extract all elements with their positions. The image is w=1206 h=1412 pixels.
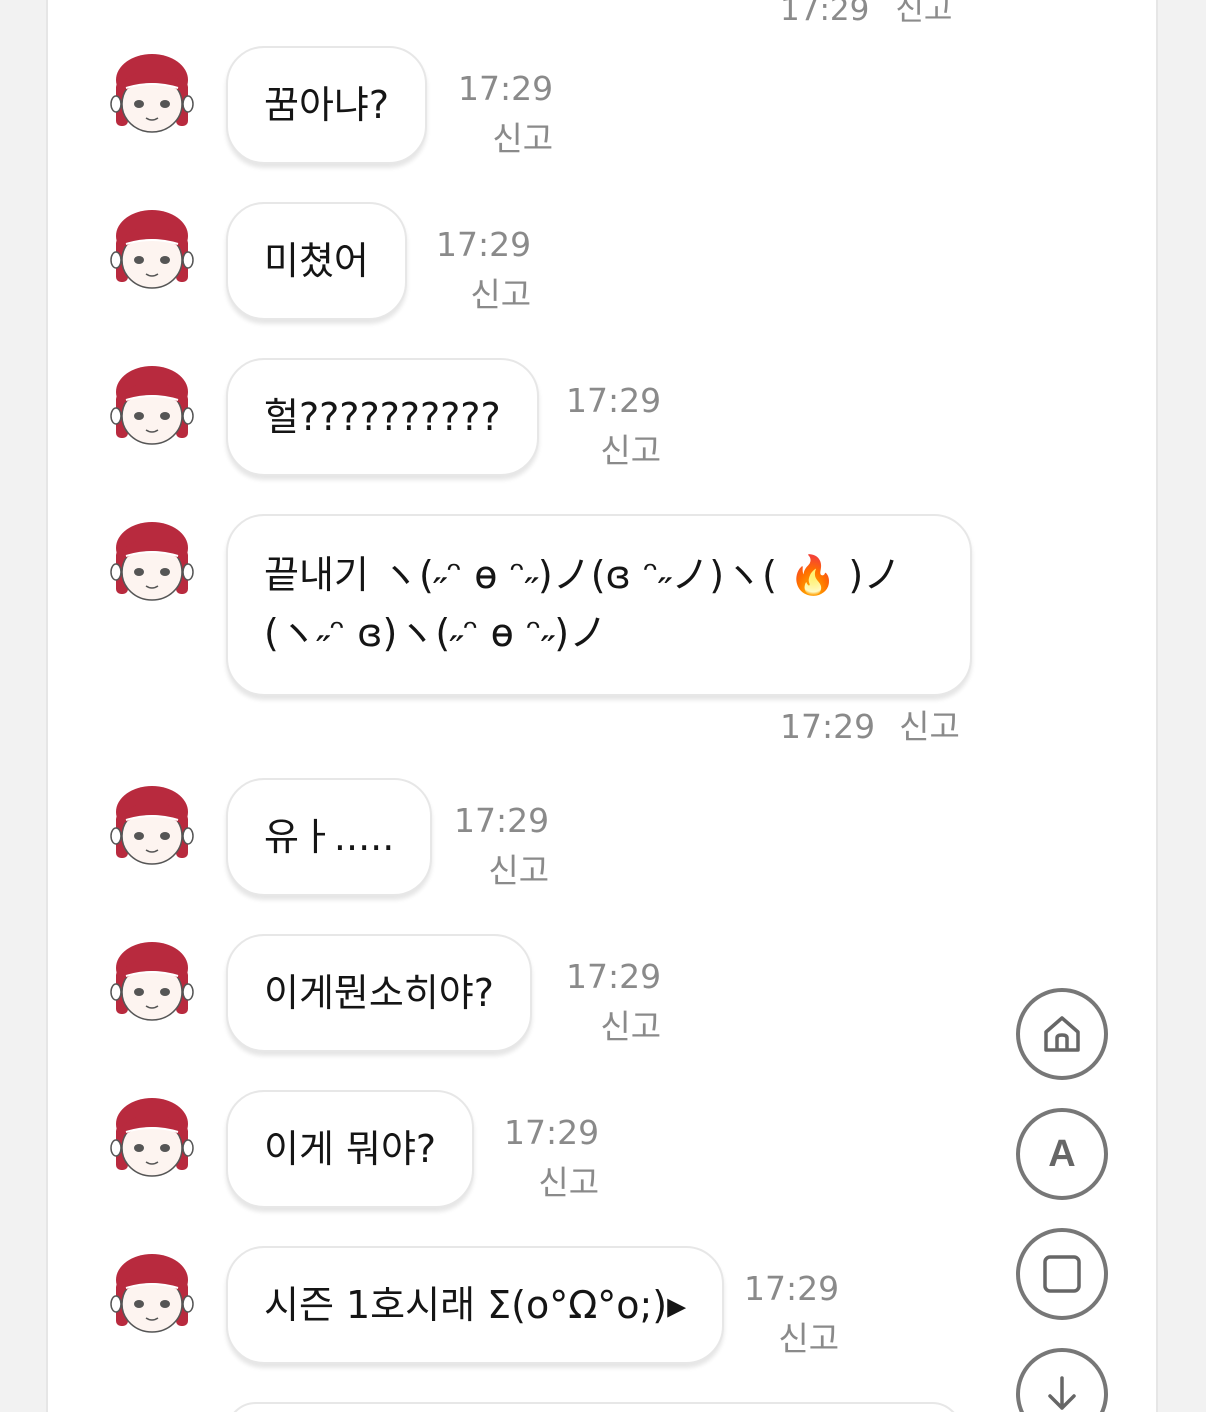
avatar [110, 1098, 194, 1177]
home-icon [1044, 1016, 1080, 1052]
message-time: 17:29 [566, 957, 662, 996]
arrow-down-icon [1048, 1376, 1076, 1410]
message-bubble: 꿈아냐? [226, 46, 428, 164]
message-meta: 17:29 신고 [780, 702, 984, 752]
message-meta: 17:29 신고 [744, 1264, 839, 1364]
home-button[interactable] [1016, 988, 1108, 1080]
square-button[interactable] [1016, 1228, 1108, 1320]
message-time: 17:29 [458, 69, 554, 108]
message-time: 17:29 [566, 381, 662, 420]
chat-panel: 17:29 신고 꿈아냐? 17:29 신고 미쳤어 17:29 신고 헐???… [46, 0, 1158, 1412]
message-bubble: 이게 뭐야? [226, 1090, 475, 1208]
avatar [110, 210, 194, 289]
avatar [110, 366, 194, 445]
avatar [110, 54, 194, 133]
avatar [110, 522, 194, 601]
message-meta: 17:29 신고 [504, 1108, 599, 1208]
report-link[interactable]: 신고 [458, 114, 553, 164]
font-button[interactable]: A [1016, 1108, 1108, 1200]
scroll-down-button[interactable] [1016, 1348, 1108, 1412]
message-bubble: 헐?????????? [226, 358, 539, 476]
report-link[interactable]: 신고 [895, 0, 952, 28]
report-link[interactable]: 신고 [566, 1002, 661, 1052]
report-link[interactable]: 신고 [744, 1314, 839, 1364]
top-message-meta: 17:29 신고 [780, 0, 978, 29]
message-bubble: 미쳤어 [226, 202, 407, 320]
report-link[interactable]: 신고 [454, 846, 549, 896]
message-bubble: 끝내기 ヽ(˶ᵔ ɵ ᵔ˶)ノ(ɞ ᵔ˶ノ)ヽ( 🔥 )ノ(ヽ˶ᵔ ɞ)ヽ(˶ᵔ… [226, 514, 972, 696]
message-bubble: 유ㅏ..... [226, 778, 433, 896]
message-meta: 17:29 신고 [436, 220, 531, 320]
avatar [110, 942, 194, 1021]
avatar [110, 1254, 194, 1333]
font-icon: A [1048, 1132, 1076, 1175]
message-meta: 17:29 신고 [458, 64, 553, 164]
message-time: 17:29 [436, 225, 532, 264]
message-bubble [226, 1402, 962, 1412]
report-link[interactable]: 신고 [504, 1158, 599, 1208]
message-bubble: 시즌 1호시래 Σ(ο°Ω°ο;)▸ [226, 1246, 725, 1364]
report-link[interactable]: 신고 [566, 426, 661, 476]
report-link[interactable]: 신고 [899, 707, 960, 746]
avatar [110, 786, 194, 865]
message-time: 17:29 [504, 1113, 600, 1152]
report-link[interactable]: 신고 [436, 270, 531, 320]
message-bubble: 이게뭔소히야? [226, 934, 532, 1052]
message-meta: 17:29 신고 [454, 796, 549, 896]
message-time: 17:29 [780, 0, 870, 28]
message-meta: 17:29 신고 [566, 376, 661, 476]
message-time: 17:29 [744, 1269, 840, 1308]
message-meta: 17:29 신고 [566, 952, 661, 1052]
message-time: 17:29 [780, 707, 876, 746]
message-time: 17:29 [454, 801, 550, 840]
square-icon [1043, 1255, 1081, 1293]
